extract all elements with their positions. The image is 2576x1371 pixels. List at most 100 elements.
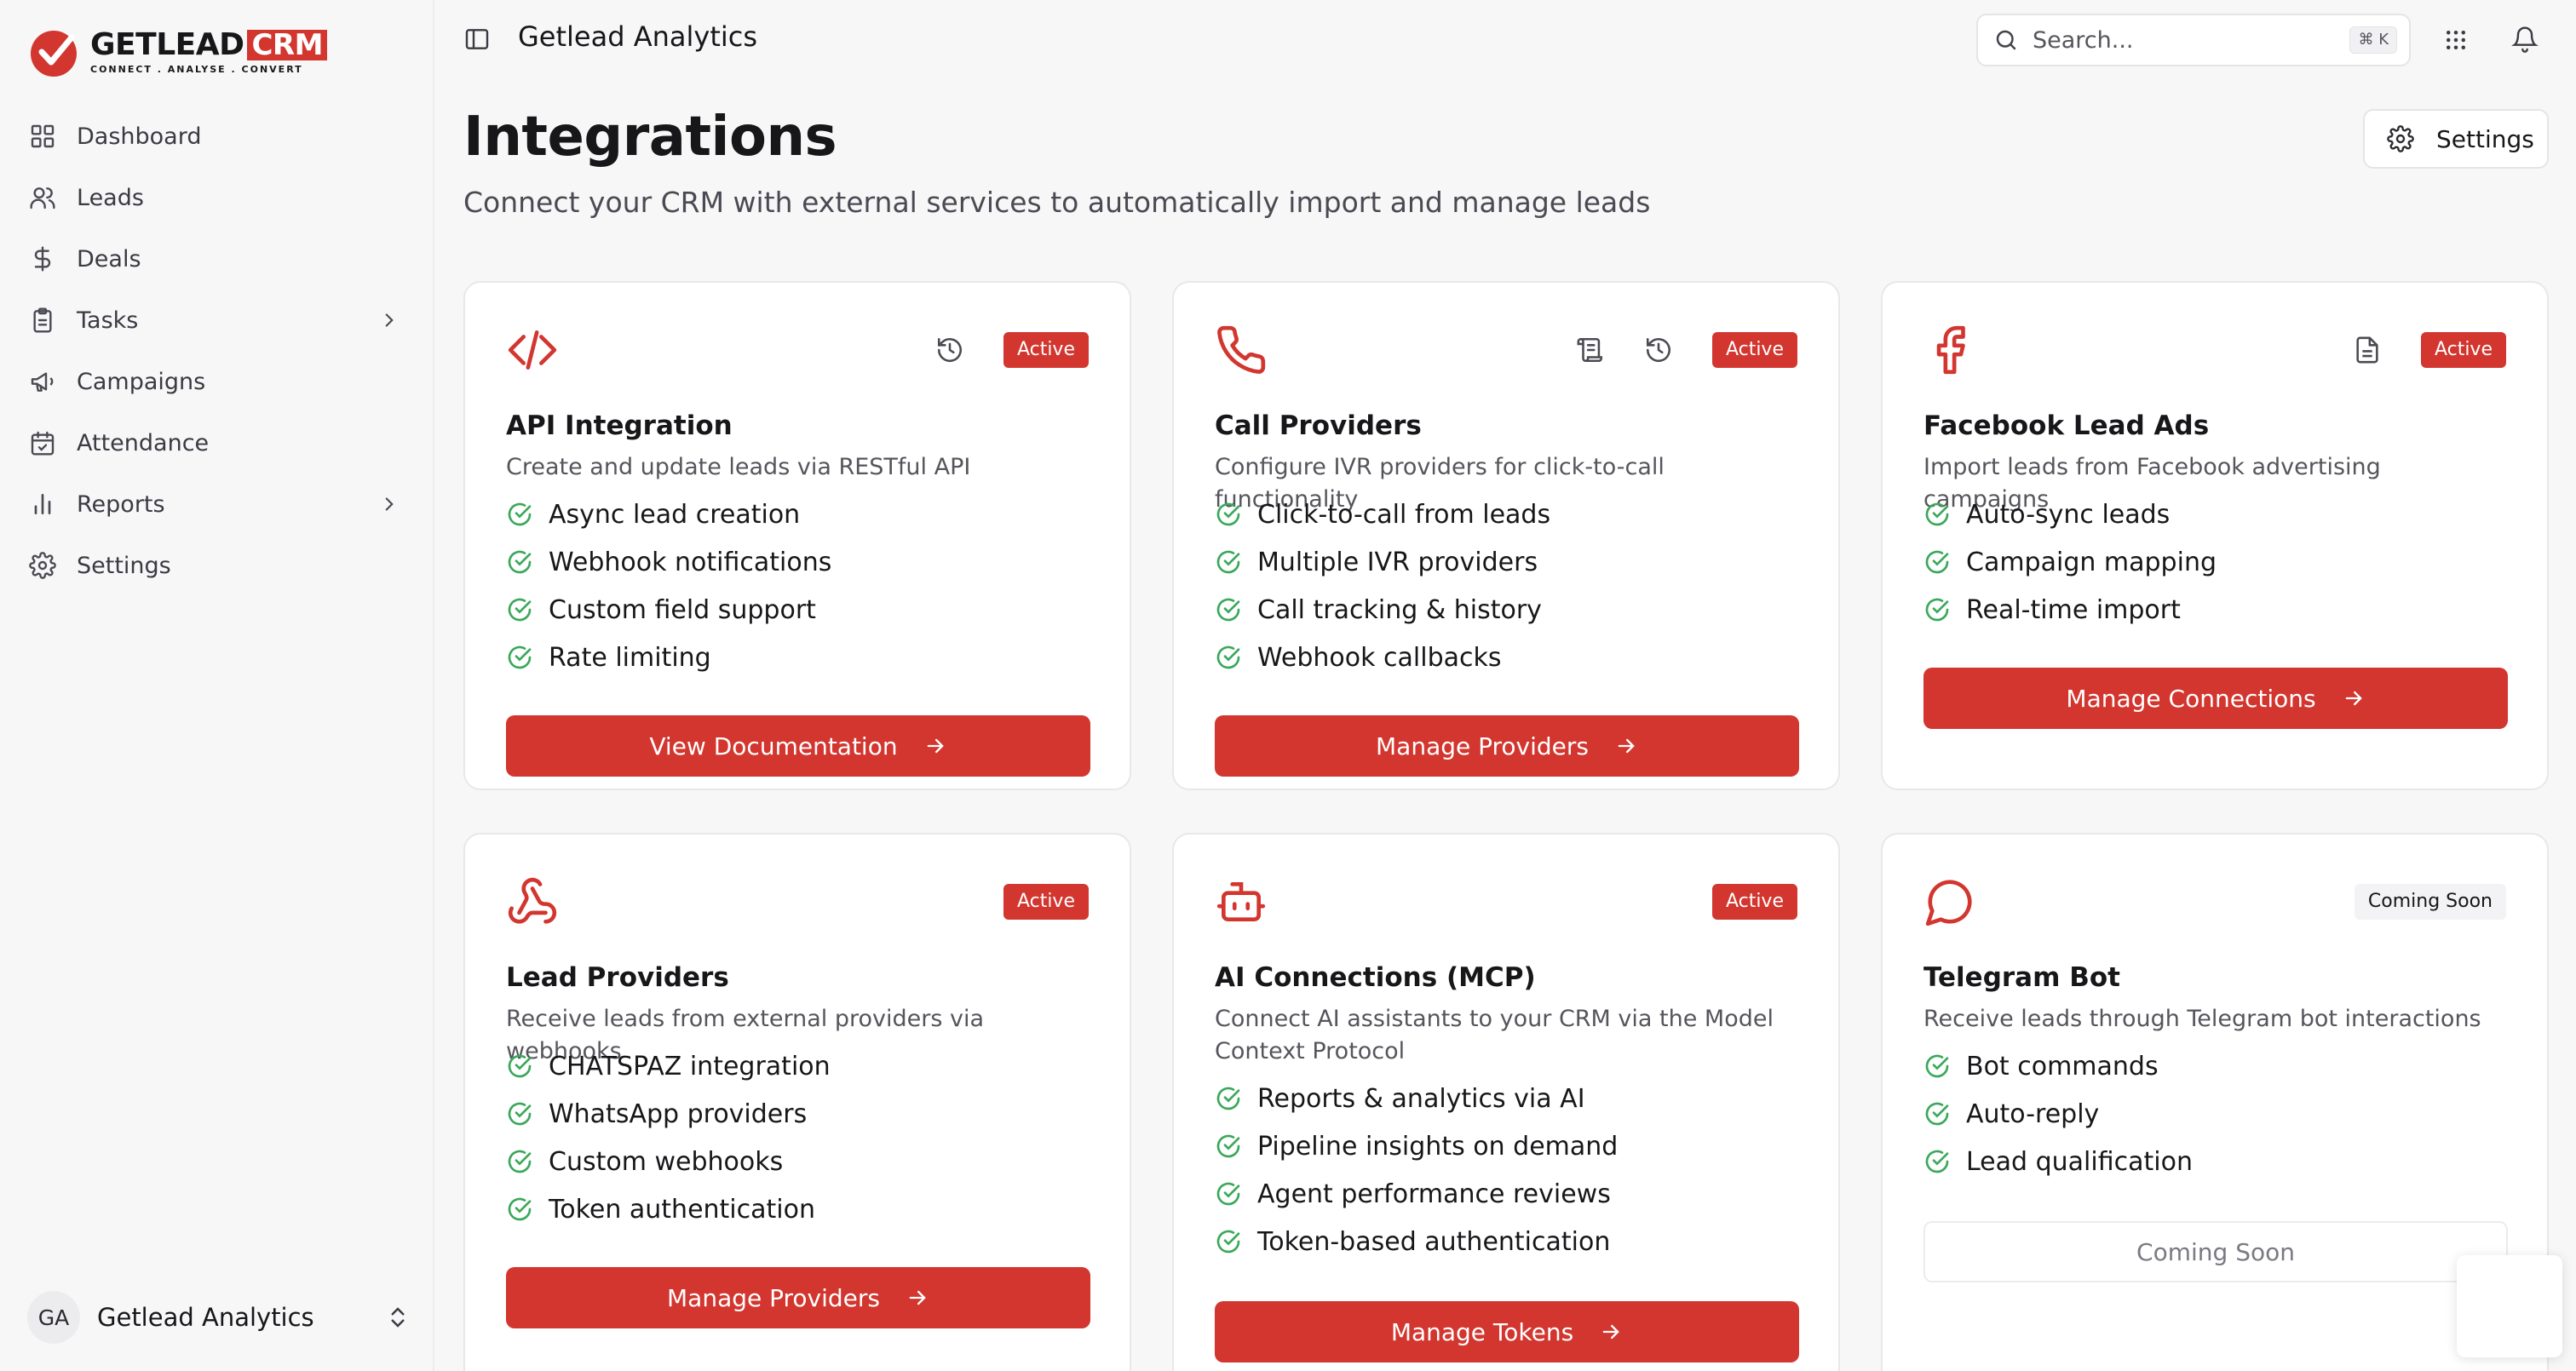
arrow-right-icon	[927, 738, 944, 754]
sidebar-item-tasks[interactable]: Tasks	[20, 290, 412, 351]
status-badge: Active	[2420, 332, 2506, 368]
arrow-right-icon	[1618, 738, 1635, 754]
check-circle-icon	[508, 645, 532, 669]
history-icon[interactable]	[935, 336, 964, 364]
webhook-icon	[508, 877, 557, 924]
integration-card-ai-connections: Active AI Connections (MCP) Connect AI a…	[1172, 833, 1840, 1371]
apps-grid-icon[interactable]	[2443, 27, 2469, 53]
card-tools: Active	[935, 332, 1089, 368]
check-circle-icon	[1216, 645, 1240, 669]
list-item: Campaign mapping	[1923, 538, 2217, 586]
status-badge: Active	[1003, 884, 1089, 920]
user-name: Getlead Analytics	[97, 1303, 314, 1332]
check-circle-icon	[1925, 502, 1949, 526]
card-title: AI Connections (MCP)	[1215, 962, 1536, 993]
card-description: Connect AI assistants to your CRM via th…	[1215, 1006, 1774, 1064]
integration-card-api: Active API Integration Create and update…	[463, 281, 1131, 790]
check-circle-icon	[1216, 598, 1240, 622]
logo-crm: CRM	[247, 30, 327, 60]
sidebar-toggle-icon[interactable]	[463, 26, 491, 53]
dollar-icon	[34, 246, 51, 272]
search-input[interactable]	[2033, 26, 2322, 54]
feature-text: Reports & analytics via AI	[1257, 1083, 1585, 1114]
sidebar-item-label: Settings	[77, 552, 171, 579]
feature-text: Rate limiting	[549, 642, 711, 673]
floating-widget[interactable]	[2457, 1255, 2562, 1357]
list-item: Webhook notifications	[506, 538, 831, 586]
logo-check-icon	[31, 31, 77, 77]
sidebar-item-label: Reports	[77, 490, 165, 518]
feature-text: Webhook callbacks	[1257, 642, 1502, 673]
logo-text: GETLEAD CRM CONNECT . ANALYSE . CONVERT	[90, 29, 327, 75]
list-item: Token authentication	[506, 1185, 831, 1233]
phone-icon	[1217, 325, 1266, 374]
sidebar-item-attendance[interactable]: Attendance	[20, 412, 412, 473]
search-shortcut: ⌘ K	[2349, 26, 2397, 54]
settings-button[interactable]: Settings	[2363, 109, 2549, 169]
check-circle-icon	[1925, 1150, 1949, 1173]
bell-icon[interactable]	[2511, 26, 2539, 53]
sidebar-item-reports[interactable]: Reports	[20, 473, 412, 535]
sidebar-item-deals[interactable]: Deals	[20, 228, 412, 290]
feature-list: Auto-sync leads Campaign mapping Real-ti…	[1923, 490, 2217, 634]
scroll-log-icon[interactable]	[1576, 336, 1605, 364]
check-circle-icon	[1925, 1102, 1949, 1126]
feature-text: Lead qualification	[1966, 1146, 2193, 1177]
status-badge: Active	[1711, 884, 1797, 920]
document-icon[interactable]	[2353, 336, 2382, 364]
settings-button-label: Settings	[2436, 124, 2534, 153]
feature-text: Click-to-call from leads	[1257, 499, 1551, 530]
sidebar-item-campaigns[interactable]: Campaigns	[20, 351, 412, 412]
brand-logo[interactable]: GETLEAD CRM CONNECT . ANALYSE . CONVERT	[27, 26, 327, 78]
manage-connections-button[interactable]: Manage Connections	[1923, 668, 2508, 729]
check-circle-icon	[508, 1054, 532, 1078]
chevron-right-icon[interactable]	[378, 309, 400, 331]
list-item: Rate limiting	[506, 634, 831, 681]
manage-tokens-button[interactable]: Manage Tokens	[1215, 1301, 1799, 1362]
chevron-right-icon[interactable]	[378, 493, 400, 515]
integration-card-lead-providers: Active Lead Providers Receive leads from…	[463, 833, 1131, 1371]
feature-text: Custom webhooks	[549, 1146, 784, 1177]
card-tools: Active	[1711, 884, 1797, 920]
gear-icon	[29, 552, 56, 579]
button-label: Manage Providers	[667, 1283, 880, 1312]
app-title: Getlead Analytics	[518, 20, 758, 53]
list-item: Custom webhooks	[506, 1138, 831, 1185]
clipboard-icon	[33, 307, 52, 333]
avatar: GA	[27, 1291, 80, 1344]
check-circle-icon	[1925, 598, 1949, 622]
status-badge: Coming Soon	[2354, 884, 2506, 920]
page-subtitle: Connect your CRM with external services …	[463, 186, 1651, 219]
user-switcher[interactable]: GA Getlead Analytics	[27, 1289, 411, 1345]
feature-text: Multiple IVR providers	[1257, 547, 1538, 577]
card-description: Receive leads through Telegram bot inter…	[1923, 1006, 2481, 1032]
feature-list: Async lead creation Webhook notification…	[506, 490, 831, 681]
card-description: Create and update leads via RESTful API	[506, 454, 971, 480]
list-item: Async lead creation	[506, 490, 831, 538]
list-item: CHATSPAZ integration	[506, 1042, 831, 1090]
manage-call-providers-button[interactable]: Manage Providers	[1215, 715, 1799, 777]
feature-list: Reports & analytics via AI Pipeline insi…	[1215, 1075, 1618, 1265]
card-title: Call Providers	[1215, 410, 1422, 441]
bar-chart-icon	[34, 494, 51, 514]
check-circle-icon	[1925, 550, 1949, 574]
view-documentation-button[interactable]: View Documentation	[506, 715, 1090, 777]
history-icon[interactable]	[1644, 336, 1673, 364]
sidebar-item-dashboard[interactable]: Dashboard	[20, 106, 412, 167]
bot-icon	[1216, 882, 1266, 921]
feature-text: Pipeline insights on demand	[1257, 1131, 1619, 1162]
sidebar-item-leads[interactable]: Leads	[20, 167, 412, 228]
check-circle-icon	[508, 598, 532, 622]
integration-card-facebook: Active Facebook Lead Ads Import leads fr…	[1881, 281, 2549, 790]
sidebar-item-settings[interactable]: Settings	[20, 535, 412, 596]
list-item: Auto-reply	[1923, 1090, 2193, 1138]
list-item: WhatsApp providers	[506, 1090, 831, 1138]
feature-text: CHATSPAZ integration	[549, 1051, 831, 1081]
manage-lead-providers-button[interactable]: Manage Providers	[506, 1267, 1090, 1328]
code-icon	[508, 330, 557, 370]
list-item: Custom field support	[506, 586, 831, 634]
coming-soon-button[interactable]: Coming Soon	[1923, 1221, 2508, 1282]
integration-card-telegram: Coming Soon Telegram Bot Receive leads t…	[1881, 833, 2549, 1371]
check-circle-icon	[1925, 1054, 1949, 1078]
search-box[interactable]: ⌘ K	[1976, 14, 2411, 66]
